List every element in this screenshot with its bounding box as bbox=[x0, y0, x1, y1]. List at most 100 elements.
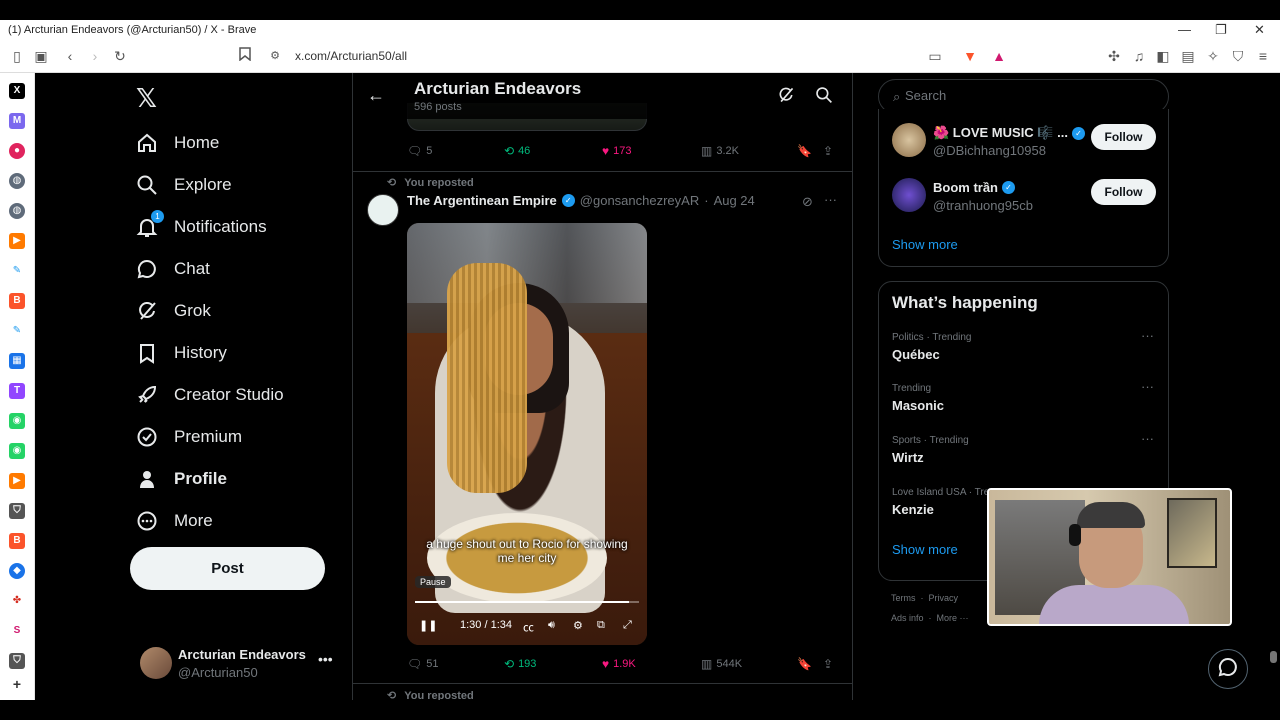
nav-explore[interactable]: Explore bbox=[136, 170, 232, 200]
brave-shields-icon[interactable]: ▼ bbox=[961, 47, 979, 65]
mail-app-icon[interactable]: M bbox=[9, 113, 25, 129]
like-button[interactable]: ♥ 1.9K bbox=[602, 657, 636, 671]
follow-button[interactable]: Follow bbox=[1091, 124, 1156, 150]
android-app-icon-2[interactable]: ◉ bbox=[9, 443, 25, 459]
s-app-icon[interactable]: S bbox=[9, 623, 25, 639]
fullscreen-icon[interactable]: ⤢ bbox=[623, 619, 632, 632]
scrollbar-thumb[interactable] bbox=[1270, 651, 1277, 663]
pause-icon[interactable]: ❚❚ bbox=[419, 619, 437, 632]
repost-button[interactable]: ⟲ 46 bbox=[504, 144, 530, 158]
show-more-trends-link[interactable]: Show more bbox=[892, 542, 958, 557]
play-app-icon[interactable]: ▶ bbox=[9, 233, 25, 249]
nav-profile[interactable]: Profile bbox=[136, 464, 227, 494]
nav-creator-studio[interactable]: Creator Studio bbox=[136, 380, 284, 410]
ads-info-link[interactable]: Ads info bbox=[891, 613, 924, 623]
wallet-icon[interactable]: ▤ bbox=[1179, 47, 1197, 65]
tab-groups-icon[interactable]: ▣ bbox=[32, 47, 50, 65]
globe-app-icon-2[interactable]: ◍ bbox=[9, 203, 25, 219]
trend-more-icon[interactable]: ··· bbox=[1141, 379, 1154, 394]
share-button[interactable]: ⇪ bbox=[823, 657, 833, 671]
cast-icon[interactable]: ▭ bbox=[926, 47, 944, 65]
follow-suggestion[interactable]: 🌺 LOVE MUSIC 🎼 ... ✓ @DBichhang10958 Foll… bbox=[892, 123, 1162, 163]
video-progress-bar[interactable] bbox=[415, 601, 639, 603]
android-app-icon[interactable]: ◉ bbox=[9, 413, 25, 429]
tweet-author-avatar[interactable] bbox=[367, 194, 399, 226]
reply-button[interactable]: 🗨 51 bbox=[407, 657, 438, 671]
chat-fab[interactable] bbox=[1208, 649, 1248, 689]
tweet-author-name[interactable]: The Argentinean Empire bbox=[407, 193, 557, 208]
maximize-icon[interactable]: ❐ bbox=[1215, 22, 1227, 38]
bookmark-button[interactable]: 🔖 bbox=[797, 144, 812, 158]
like-button[interactable]: ♥ 173 bbox=[602, 144, 631, 158]
captions-icon[interactable]: ㏄ bbox=[523, 619, 534, 635]
tweet-date[interactable]: Aug 24 bbox=[714, 193, 755, 208]
back-arrow-icon[interactable]: ← bbox=[367, 85, 385, 106]
brave-app-icon[interactable]: B bbox=[9, 293, 25, 309]
calendar-app-icon[interactable]: ▦ bbox=[9, 353, 25, 369]
add-panel-icon[interactable]: + bbox=[9, 676, 25, 692]
repost-indicator[interactable]: ⟲ You reposted bbox=[387, 689, 474, 701]
twitch-app-icon[interactable]: T bbox=[9, 383, 25, 399]
back-icon[interactable]: ‹ bbox=[61, 47, 79, 65]
vpn-icon[interactable]: ⛉ bbox=[1229, 47, 1247, 65]
nav-grok[interactable]: Grok bbox=[136, 296, 211, 326]
bookmark-button[interactable]: 🔖 bbox=[797, 657, 812, 671]
trend-more-icon[interactable]: ··· bbox=[1141, 328, 1154, 343]
reload-icon[interactable]: ↻ bbox=[111, 47, 129, 65]
nav-home[interactable]: Home bbox=[136, 128, 219, 158]
close-icon[interactable]: ✕ bbox=[1254, 22, 1265, 38]
terms-link[interactable]: Terms bbox=[891, 593, 916, 603]
record-app-icon[interactable]: ● bbox=[9, 143, 25, 159]
menu-icon[interactable]: ≡ bbox=[1254, 47, 1272, 65]
follow-suggestion[interactable]: Boom trần ✓ @tranhuong95cb Follow bbox=[892, 178, 1162, 218]
repost-indicator[interactable]: ⟲ You reposted bbox=[387, 176, 474, 190]
account-more-icon[interactable]: ••• bbox=[318, 651, 333, 667]
nav-chat[interactable]: Chat bbox=[136, 254, 210, 284]
tweet-author-handle[interactable]: @gonsanchezreyAR bbox=[580, 193, 699, 208]
reply-button[interactable]: 🗨 5 bbox=[407, 144, 432, 158]
views-button[interactable]: ▥ 544K bbox=[701, 657, 742, 671]
bookmark-page-icon[interactable] bbox=[236, 47, 254, 65]
settings-icon[interactable]: ⚙ bbox=[573, 619, 583, 632]
privacy-link[interactable]: Privacy bbox=[929, 593, 959, 603]
grok-post-icon[interactable]: ⊘ bbox=[802, 194, 813, 210]
post-button[interactable]: Post bbox=[130, 547, 325, 590]
forward-icon[interactable]: › bbox=[86, 47, 104, 65]
site-settings-icon[interactable]: ⚙ bbox=[266, 47, 284, 65]
video-player[interactable]: a huge shout out to Rocio for showing me… bbox=[407, 223, 647, 645]
diamond-app-icon[interactable]: ◆ bbox=[9, 563, 25, 579]
trend-item[interactable]: Politics · Trending Québec ··· bbox=[892, 328, 1157, 372]
more-footer-link[interactable]: More ··· bbox=[937, 613, 969, 623]
sidebar-icon[interactable]: ◧ bbox=[1154, 47, 1172, 65]
url-text[interactable]: x.com/Arcturian50/all bbox=[295, 49, 407, 63]
x-app-icon[interactable]: X bbox=[9, 83, 25, 99]
views-button[interactable]: ▥ 3.2K bbox=[701, 144, 739, 158]
nav-more[interactable]: More bbox=[136, 506, 213, 536]
show-more-link[interactable]: Show more bbox=[892, 237, 958, 252]
nav-history[interactable]: History bbox=[136, 338, 227, 368]
volume-icon[interactable]: 🔊︎ bbox=[548, 619, 555, 632]
account-switcher[interactable]: Arcturian Endeavors @Arcturian50 ••• bbox=[140, 645, 340, 683]
feather-app-icon-2[interactable]: ✎ bbox=[9, 323, 25, 339]
feather-app-icon[interactable]: ✎ bbox=[9, 263, 25, 279]
brave-rewards-icon[interactable]: ▲ bbox=[990, 47, 1008, 65]
shield-app-icon-2[interactable]: ⛉ bbox=[9, 653, 25, 669]
extensions-icon[interactable]: ✣ bbox=[1105, 47, 1123, 65]
sidebar-toggle-icon[interactable]: ▯ bbox=[8, 47, 26, 65]
x-logo-icon[interactable]: 𝕏 bbox=[136, 83, 157, 114]
nav-premium[interactable]: Premium bbox=[136, 422, 242, 452]
tweet-more-icon[interactable]: ··· bbox=[824, 192, 837, 207]
share-button[interactable]: ⇪ bbox=[823, 144, 833, 158]
follow-button[interactable]: Follow bbox=[1091, 179, 1156, 205]
nav-notifications[interactable]: 1 Notifications bbox=[136, 210, 267, 242]
play-app-icon-2[interactable]: ▶ bbox=[9, 473, 25, 489]
trend-more-icon[interactable]: ··· bbox=[1141, 431, 1154, 446]
shield-app-icon[interactable]: ⛉ bbox=[9, 503, 25, 519]
leo-icon[interactable]: ✧ bbox=[1204, 47, 1222, 65]
trend-item[interactable]: Sports · Trending Wirtz ··· bbox=[892, 431, 1157, 475]
address-bar[interactable]: ⚙ x.com/Arcturian50/all ▭ ▼ ▲ bbox=[262, 44, 1016, 69]
grok-analyze-icon[interactable] bbox=[777, 86, 795, 104]
search-profile-icon[interactable] bbox=[815, 86, 833, 104]
page-scrollbar[interactable] bbox=[1267, 73, 1280, 700]
trend-item[interactable]: Trending Masonic ··· bbox=[892, 379, 1157, 423]
